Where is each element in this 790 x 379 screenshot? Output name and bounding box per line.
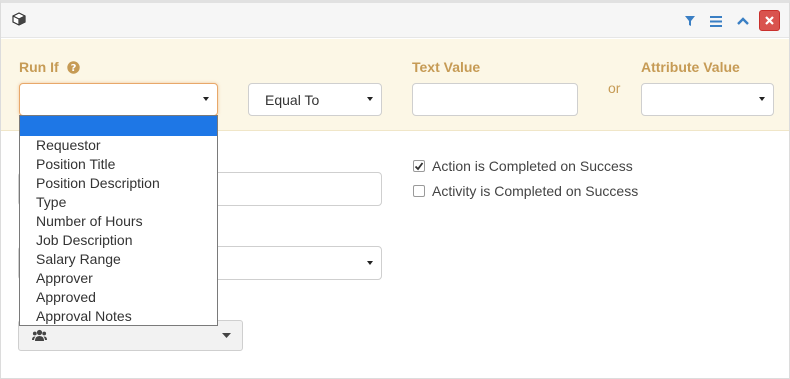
action-completed-checkbox[interactable] <box>413 160 425 172</box>
cube-icon <box>12 12 26 26</box>
collapse-button[interactable] <box>732 10 754 32</box>
checkmark-icon <box>414 162 424 171</box>
attribute-value-label: Attribute Value <box>641 59 740 75</box>
caret-down-icon <box>203 97 209 101</box>
dropdown-option[interactable]: Type <box>20 193 217 212</box>
operator-value: Equal To <box>265 92 320 108</box>
activity-completed-label: Activity is Completed on Success <box>432 183 639 199</box>
menu-button[interactable] <box>705 10 727 32</box>
activity-completed-option[interactable]: Activity is Completed on Success <box>413 183 638 199</box>
text-value-label: Text Value <box>412 59 481 75</box>
dropdown-option[interactable]: Salary Range <box>20 250 217 269</box>
activity-completed-checkbox[interactable] <box>413 185 425 197</box>
run-if-dropdown-list: Requestor Position Title Position Descri… <box>19 115 218 326</box>
help-icon[interactable]: ? <box>66 61 80 74</box>
caret-down-icon <box>759 97 765 101</box>
dropdown-option[interactable]: Position Title <box>20 155 217 174</box>
run-if-label: Run If <box>19 59 59 75</box>
action-completed-label: Action is Completed on Success <box>432 158 633 174</box>
filter-icon <box>685 16 695 26</box>
dropdown-option[interactable]: Job Description <box>20 231 217 250</box>
text-value-input[interactable] <box>412 83 578 116</box>
dropdown-option[interactable]: Number of Hours <box>20 212 217 231</box>
svg-text:?: ? <box>70 63 76 74</box>
run-if-label-group: Run If ? <box>19 59 80 75</box>
attribute-value-select[interactable] <box>641 83 774 116</box>
dropdown-option[interactable]: Approver <box>20 269 217 288</box>
caret-down-icon <box>367 97 373 101</box>
list-icon <box>710 15 722 27</box>
close-icon <box>765 16 774 25</box>
caret-down-icon <box>367 261 373 265</box>
panel-header <box>1 3 789 38</box>
dropdown-option[interactable]: Approval Notes <box>20 307 217 326</box>
dropdown-option[interactable] <box>20 116 217 136</box>
action-panel: Run If ? Equal To Text Value or Attribut… <box>0 0 790 379</box>
close-button[interactable] <box>759 10 780 31</box>
filter-button[interactable] <box>679 10 701 32</box>
caret-down-icon <box>222 333 231 338</box>
dropdown-option[interactable]: Approved <box>20 288 217 307</box>
or-label: or <box>608 80 621 96</box>
dropdown-option[interactable]: Position Description <box>20 174 217 193</box>
action-completed-option[interactable]: Action is Completed on Success <box>413 158 633 174</box>
chevron-up-icon <box>737 17 749 25</box>
dropdown-option[interactable]: Requestor <box>20 136 217 155</box>
users-icon <box>32 329 47 341</box>
operator-select[interactable]: Equal To <box>248 83 382 116</box>
run-if-select[interactable] <box>19 83 218 116</box>
